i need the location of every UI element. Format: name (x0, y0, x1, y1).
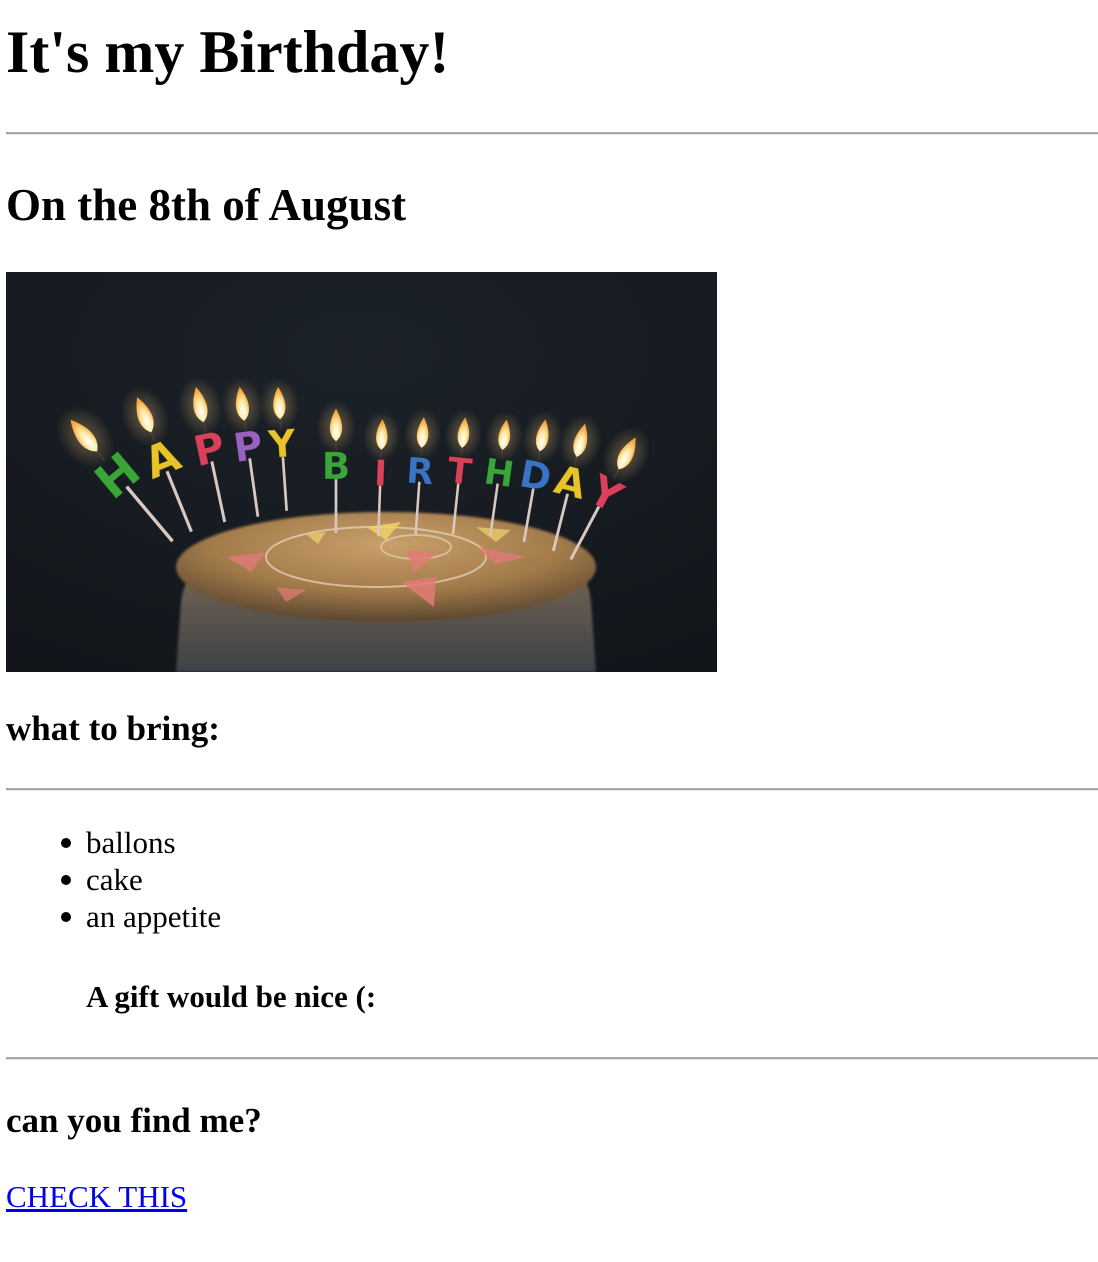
birthday-cake-image: HA P P Y B I R T H DAY (6, 272, 717, 672)
page-title: It's my Birthday! (6, 19, 450, 85)
divider (6, 788, 1098, 791)
list-item-label: cake (86, 862, 143, 897)
divider (6, 1057, 1098, 1060)
bullet-icon (61, 838, 71, 848)
list-item: an appetite (6, 898, 221, 935)
list-item: cake (6, 861, 221, 898)
divider (6, 132, 1098, 135)
date-heading: On the 8th of August (6, 180, 407, 230)
find-heading: can you find me? (6, 1101, 262, 1140)
list-item: ballons (6, 824, 221, 861)
list-item-label: an appetite (86, 899, 222, 934)
bullet-icon (61, 875, 71, 885)
bring-heading: what to bring: (6, 709, 220, 748)
list-item-label: ballons (86, 825, 176, 860)
check-this-link[interactable]: CHECK THIS (6, 1178, 187, 1216)
bullet-icon (61, 912, 71, 922)
bring-list: ballons cake an appetite (6, 824, 221, 935)
gift-note: A gift would be nice (: (86, 979, 377, 1014)
